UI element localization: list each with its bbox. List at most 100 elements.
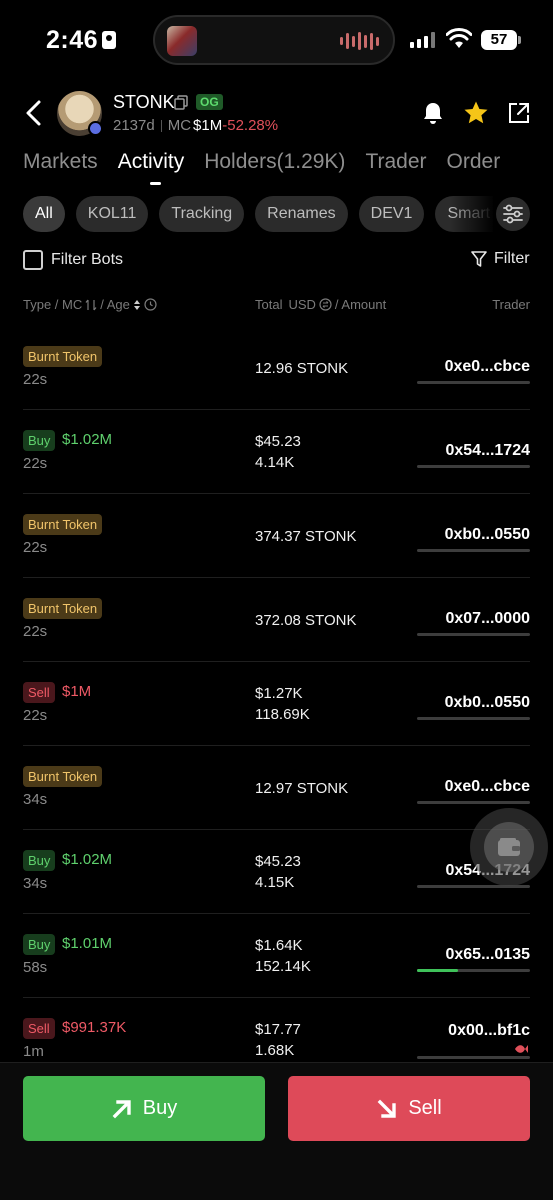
trade-type-badge: Buy — [23, 934, 56, 955]
column-age-label: / Age — [100, 297, 130, 312]
trader-holding-bar — [417, 969, 530, 972]
tab-bar: Markets Activity Holders(1.29K) Trader O… — [23, 150, 520, 185]
trade-total: 12.96 STONK — [255, 360, 349, 377]
status-bar: 2:46 57 — [0, 0, 553, 80]
now-playing-thumbnail — [167, 26, 197, 56]
mc-label: MC — [167, 117, 192, 134]
trader-address[interactable]: 0xe0...cbce — [445, 358, 530, 376]
trader-holding-bar — [417, 465, 530, 468]
floating-wallet-inner — [484, 822, 534, 872]
trader-holding-bar — [417, 381, 530, 384]
trader-address[interactable]: 0x65...0135 — [445, 946, 530, 964]
tab-holders[interactable]: Holders(1.29K) — [204, 150, 345, 174]
chip-dev[interactable]: DEV1 — [358, 196, 425, 232]
activity-row[interactable]: Burnt Token 22s 12.96 STONK 0xe0...cbce — [23, 326, 530, 410]
filter-settings-button[interactable] — [496, 197, 530, 231]
activity-row[interactable]: Burnt Token 34s 12.97 STONK 0xe0...cbce — [23, 746, 530, 830]
wifi-icon — [446, 28, 472, 48]
trade-age: 22s — [23, 707, 48, 724]
trade-age: 34s — [23, 875, 48, 892]
trader-holding-bar — [417, 549, 530, 552]
column-usd-label: USD — [288, 297, 316, 312]
trade-mc: $1.02M — [62, 431, 113, 448]
trader-address[interactable]: 0x54...1724 — [445, 442, 530, 460]
dynamic-island — [153, 15, 395, 65]
sell-button-label: Sell — [408, 1097, 442, 1119]
floating-wallet-button[interactable] — [470, 808, 548, 886]
trader-holding-bar — [417, 633, 530, 636]
sort-toggle-icon[interactable] — [85, 299, 97, 311]
activity-row[interactable]: Buy $1.01M 58s $1.64K 152.14K 0x65...0135 — [23, 914, 530, 998]
filter-bots-checkbox[interactable] — [23, 250, 43, 270]
column-type-mc-label: Type / MC — [23, 297, 83, 312]
trader-address[interactable]: 0xe0...cbce — [445, 778, 530, 796]
sliders-icon — [503, 204, 523, 224]
activity-row[interactable]: Sell $1M 22s $1.27K 118.69K 0xb0...0550 — [23, 662, 530, 746]
trader-address[interactable]: 0x07...0000 — [445, 610, 530, 628]
tab-order[interactable]: Order — [447, 150, 501, 174]
sort-icon[interactable] — [133, 299, 141, 311]
chip-renames[interactable]: Renames — [255, 196, 348, 232]
share-icon[interactable] — [507, 101, 531, 125]
battery-icon: 57 — [481, 30, 521, 50]
activity-row[interactable]: Buy$1.02M34s$45.234.15K0x54...1724 — [23, 830, 530, 914]
star-icon[interactable] — [463, 100, 489, 126]
activity-row[interactable]: Buy $1.02M 22s $45.23 4.14K 0x54...1724 — [23, 410, 530, 494]
back-arrow-icon[interactable] — [22, 98, 46, 128]
activity-row[interactable]: Burnt Token 22s 372.08 STONK 0x07...0000 — [23, 578, 530, 662]
copy-icon[interactable] — [174, 95, 188, 110]
column-type-mc-age: Type / MC / Age — [23, 297, 157, 312]
token-age: 2137d — [113, 117, 155, 134]
og-badge: OG — [196, 94, 223, 110]
trade-type-badge: Sell — [23, 1018, 55, 1039]
activity-row[interactable]: Burnt Token 22s 374.37 STONK 0xb0...0550 — [23, 494, 530, 578]
column-amount-label: / Amount — [334, 297, 387, 312]
sell-button[interactable]: Sell — [288, 1076, 530, 1141]
trade-amount: 118.69K — [255, 706, 310, 723]
trade-type-badge: Burnt Token — [23, 514, 103, 535]
trade-mc: $1.02M — [62, 851, 113, 868]
tab-markets[interactable]: Markets — [23, 150, 98, 174]
currency-toggle-icon[interactable] — [319, 298, 332, 311]
arrow-up-right-icon — [112, 1099, 131, 1118]
tab-trader[interactable]: Trader — [365, 150, 426, 174]
chip-all[interactable]: All — [23, 196, 65, 232]
trade-amount: 152.14K — [255, 958, 311, 975]
cellular-signal-icon — [410, 32, 435, 48]
column-total-label: Total — [255, 297, 283, 312]
fish-icon — [515, 1045, 528, 1053]
trade-age: 22s — [23, 539, 48, 556]
trader-address[interactable]: 0xb0...0550 — [445, 526, 530, 544]
trade-total: 12.97 STONK — [255, 780, 349, 797]
trade-amount: 4.15K — [255, 874, 295, 891]
mc-change: -52.28% — [222, 117, 279, 134]
trade-total: $1.64K — [255, 937, 303, 954]
trader-holding-bar — [417, 801, 530, 804]
trader-address[interactable]: 0xb0...0550 — [445, 694, 530, 712]
chip-kol[interactable]: KOL11 — [75, 196, 149, 232]
trade-amount: 1.68K — [255, 1042, 295, 1059]
trade-type-badge: Burnt Token — [23, 766, 103, 787]
chip-tracking[interactable]: Tracking — [159, 196, 245, 232]
filter-bots-label: Filter Bots — [51, 251, 124, 268]
buy-button-label: Buy — [142, 1097, 178, 1119]
trade-total: $45.23 — [255, 433, 301, 450]
filter-button[interactable]: Filter — [470, 250, 530, 268]
trader-address[interactable]: 0x00...bf1c — [448, 1022, 530, 1040]
funnel-icon — [471, 251, 487, 267]
bell-icon[interactable] — [421, 101, 445, 125]
tab-activity[interactable]: Activity — [118, 150, 184, 185]
trade-mc: $1.01M — [62, 935, 113, 952]
divider — [160, 119, 162, 132]
trade-age: 34s — [23, 791, 48, 808]
clock-icon[interactable] — [144, 298, 157, 311]
arrow-down-right-icon — [377, 1099, 397, 1118]
trade-type-badge: Buy — [23, 430, 56, 451]
trade-total: 372.08 STONK — [255, 612, 357, 629]
buy-button[interactable]: Buy — [23, 1076, 265, 1141]
wallet-icon — [498, 838, 520, 856]
trade-age: 58s — [23, 959, 48, 976]
trade-age: 22s — [23, 455, 48, 472]
trade-mc: $991.37K — [62, 1019, 127, 1036]
trade-mc: $1M — [62, 683, 92, 700]
